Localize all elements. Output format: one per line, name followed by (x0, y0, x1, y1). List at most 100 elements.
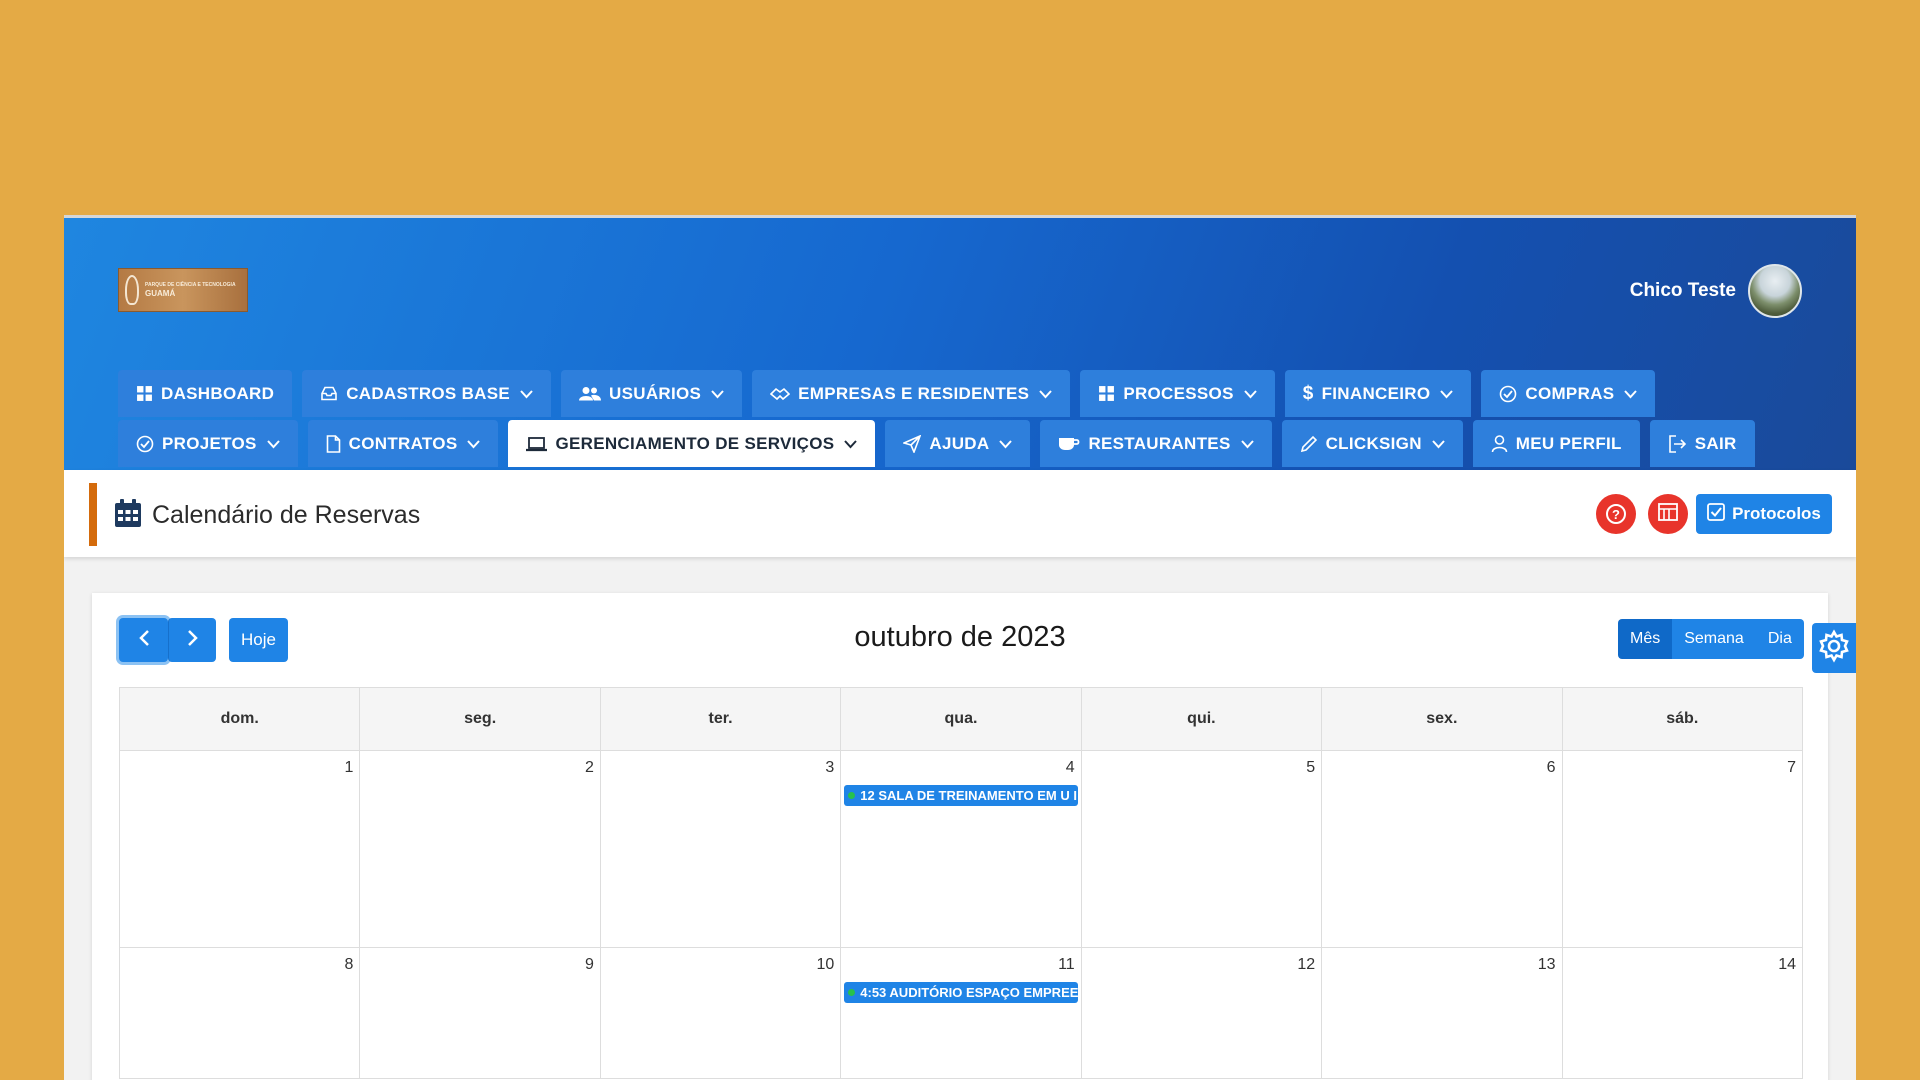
report-button[interactable] (1648, 494, 1688, 534)
nav-label: CLICKSIGN (1325, 433, 1422, 453)
day-cell[interactable]: 4 12 SALA DE TREINAMENTO EM U I (840, 750, 1082, 948)
day-cell[interactable]: 3 (599, 750, 842, 948)
page-accent-bar (89, 483, 97, 546)
chevron-down-icon (520, 386, 533, 402)
nav-label: CADASTROS BASE (346, 383, 511, 403)
week-row: 1 2 3 4 12 SALA DE TREINAMENTO EM U I 5 … (118, 750, 1804, 948)
nav-cadastros-base[interactable]: CADASTROS BASE (302, 370, 552, 417)
day-number[interactable]: 9 (585, 956, 594, 974)
nav-processos[interactable]: PROCESSOS (1080, 370, 1275, 417)
calendar-title: outubro de 2023 (854, 621, 1066, 653)
check-circle-icon (136, 435, 154, 453)
view-week-button[interactable]: Semana (1672, 619, 1756, 659)
day-cell[interactable]: 11 4:53 AUDITÓRIO ESPAÇO EMPREE (840, 947, 1082, 1079)
view-month-button[interactable]: Mês (1618, 619, 1673, 659)
settings-button[interactable] (1812, 623, 1856, 673)
weekday-header: sex. (1321, 687, 1563, 751)
day-cell[interactable]: 5 (1080, 750, 1323, 948)
chevron-down-icon (999, 436, 1013, 452)
logo-mark (125, 275, 139, 305)
inbox-icon (320, 385, 338, 402)
nav-empresas-residentes[interactable]: EMPRESAS E RESIDENTES (752, 370, 1071, 417)
chevron-down-icon (1440, 386, 1454, 402)
chevron-down-icon (266, 436, 280, 452)
nav-gerenciamento-servicos[interactable]: GERENCIAMENTO DE SERVIÇOS (508, 420, 876, 467)
day-number[interactable]: 13 (1538, 956, 1556, 974)
help-button[interactable]: ? (1596, 494, 1636, 534)
chevron-down-icon (1624, 386, 1638, 402)
app-window: PARQUE DE CIÊNCIA E TECNOLOGIA GUAMÁ Chi… (64, 215, 1856, 1080)
nav-clicksign[interactable]: CLICKSIGN (1281, 420, 1463, 467)
chevron-down-icon (844, 436, 858, 452)
user-icon (1491, 434, 1508, 453)
nav-contratos[interactable]: CONTRATOS (307, 420, 499, 467)
day-number[interactable]: 7 (1787, 759, 1796, 777)
logo[interactable]: PARQUE DE CIÊNCIA E TECNOLOGIA GUAMÁ (118, 268, 248, 312)
weekday-header: qui. (1080, 687, 1323, 751)
day-number[interactable]: 8 (345, 956, 354, 974)
nav-label: RESTAURANTES (1088, 433, 1231, 453)
nav-label: PROJETOS (162, 433, 257, 453)
nav-label: SAIR (1694, 433, 1737, 453)
chevron-down-icon (1240, 436, 1254, 452)
protocolos-button[interactable]: Protocolos (1696, 494, 1832, 534)
day-cell[interactable]: 14 (1561, 947, 1804, 1079)
page-title: Calendário de Reservas (152, 501, 421, 529)
day-number[interactable]: 6 (1547, 759, 1556, 777)
nav-label: CONTRATOS (348, 433, 458, 453)
day-number[interactable]: 3 (825, 759, 834, 777)
user-name: Chico Teste (1629, 280, 1736, 301)
day-cell[interactable]: 12 (1080, 947, 1323, 1079)
nav-label: EMPRESAS E RESIDENTES (798, 383, 1030, 403)
nav-label: FINANCEIRO (1321, 383, 1431, 403)
chevron-down-icon (1432, 436, 1445, 452)
day-number[interactable]: 4 (1066, 759, 1075, 777)
logo-text: PARQUE DE CIÊNCIA E TECNOLOGIA GUAMÁ (145, 282, 236, 298)
nav-restaurantes[interactable]: RESTAURANTES (1040, 420, 1272, 467)
nav-compras[interactable]: COMPRAS (1481, 370, 1656, 417)
day-cell[interactable]: 7 (1561, 750, 1804, 948)
calendar-event[interactable]: 12 SALA DE TREINAMENTO EM U I (844, 785, 1078, 806)
day-number[interactable]: 14 (1778, 956, 1796, 974)
dollar-icon: $ (1302, 382, 1314, 404)
nav-sair[interactable]: SAIR (1649, 420, 1755, 467)
grid-icon (136, 385, 153, 402)
calendar-event[interactable]: 4:53 AUDITÓRIO ESPAÇO EMPREE (844, 982, 1078, 1003)
event-dot (848, 989, 856, 996)
protocolos-label: Protocolos (1732, 504, 1821, 523)
logo-line-2: GUAMÁ (145, 289, 176, 298)
day-cell[interactable]: 2 (359, 750, 601, 948)
day-cell[interactable]: 1 (118, 750, 361, 948)
nav-usuarios[interactable]: USUÁRIOS (561, 370, 743, 417)
day-number[interactable]: 11 (1058, 956, 1075, 974)
nav-row-1: DASHBOARD CADASTROS BASE USUÁRIOS EMPRES… (118, 370, 1818, 417)
day-cell[interactable]: 13 (1321, 947, 1563, 1079)
logout-icon (1668, 434, 1687, 453)
day-cell[interactable]: 10 (599, 947, 842, 1079)
day-number[interactable]: 1 (345, 759, 354, 777)
event-label: 12 SALA DE TREINAMENTO EM U I (860, 788, 1077, 803)
paper-plane-icon (903, 434, 922, 453)
nav-financeiro[interactable]: $ FINANCEIRO (1284, 370, 1472, 417)
nav-ajuda[interactable]: AJUDA (885, 420, 1031, 467)
day-cell[interactable]: 9 (359, 947, 601, 1079)
avatar[interactable] (1748, 264, 1802, 318)
file-icon (326, 434, 341, 453)
day-number[interactable]: 2 (585, 759, 594, 777)
chevron-down-icon (1039, 386, 1053, 402)
nav-meu-perfil[interactable]: MEU PERFIL (1472, 420, 1640, 467)
day-number[interactable]: 5 (1306, 759, 1315, 777)
chevron-down-icon (711, 386, 724, 402)
calendar-grid: dom. seg. ter. qua. qui. sex. sáb. 1 2 3… (118, 687, 1804, 1079)
view-day-button[interactable]: Dia (1755, 619, 1804, 659)
nav-dashboard[interactable]: DASHBOARD (118, 370, 293, 417)
day-number[interactable]: 12 (1297, 956, 1315, 974)
event-dot (848, 792, 856, 799)
check-square-icon (1707, 502, 1725, 526)
user-menu[interactable]: Chico Teste (1630, 264, 1802, 318)
day-cell[interactable]: 6 (1321, 750, 1563, 948)
day-cell[interactable]: 8 (118, 947, 361, 1079)
laptop-icon (526, 436, 548, 452)
day-number[interactable]: 10 (816, 956, 834, 974)
nav-projetos[interactable]: PROJETOS (118, 420, 298, 467)
